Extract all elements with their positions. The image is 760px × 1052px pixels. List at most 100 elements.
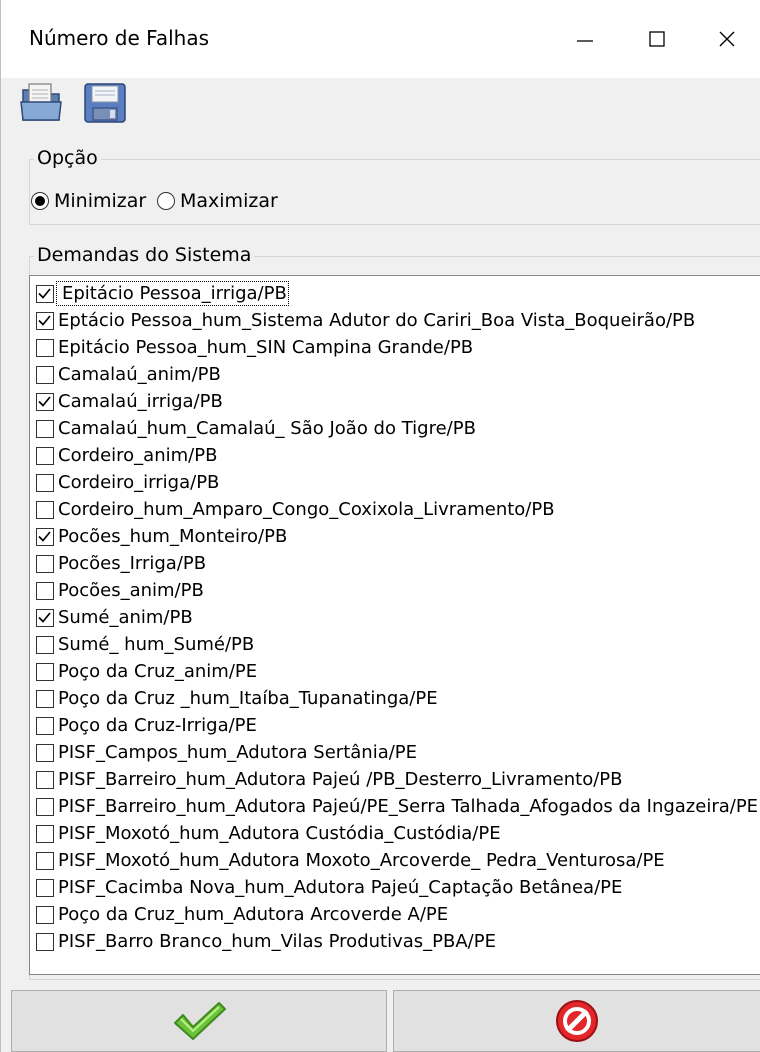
checkbox[interactable] <box>36 770 54 789</box>
maximize-icon <box>649 31 665 47</box>
checklist-item-label: Cordeiro_anim/PB <box>58 445 218 466</box>
checklist-item[interactable]: Camalaú_anim/PB <box>36 361 221 388</box>
maximize-button[interactable] <box>621 0 693 78</box>
checklist-item[interactable]: Pocões_Irriga/PB <box>36 550 206 577</box>
checklist-item[interactable]: Cordeiro_hum_Amparo_Congo_Coxixola_Livra… <box>36 496 555 523</box>
checkbox[interactable] <box>36 797 54 816</box>
checklist-item[interactable]: Pocões_hum_Monteiro/PB <box>36 523 287 550</box>
radio-minimizar[interactable]: Minimizar <box>31 190 146 212</box>
cancel-button[interactable] <box>393 990 760 1052</box>
checkbox[interactable] <box>36 662 54 681</box>
green-checkmark-icon <box>174 1002 226 1040</box>
checklist-item-label: Camalaú_anim/PB <box>58 364 221 385</box>
checklist-item[interactable]: PISF_Campos_hum_Adutora Sertânia/PE <box>36 739 417 766</box>
checklist-item-label: Poço da Cruz_anim/PE <box>58 661 258 682</box>
checklist-item-label: Sumé_ hum_Sumé/PB <box>58 634 255 655</box>
checkbox[interactable] <box>36 851 54 870</box>
checklist-item-label: Sumé_anim/PB <box>58 607 193 628</box>
checklist-item-label: Poço da Cruz-Irriga/PE <box>58 715 257 736</box>
minimize-icon <box>577 40 593 42</box>
checklist-item-label: PISF_Moxotó_hum_Adutora Custódia_Custódi… <box>58 823 501 844</box>
checklist-item-label: Pocões_anim/PB <box>58 580 204 601</box>
opcao-group-label: Opção <box>34 147 101 169</box>
open-file-icon <box>20 83 62 121</box>
checkbox[interactable] <box>36 689 54 708</box>
checkbox[interactable] <box>36 419 54 438</box>
checkbox[interactable] <box>36 311 54 330</box>
close-icon <box>719 31 735 47</box>
close-button[interactable] <box>693 0 760 78</box>
checklist-item[interactable]: PISF_Barro Branco_hum_Vilas Produtivas_P… <box>36 928 496 955</box>
checkbox[interactable] <box>36 743 54 762</box>
checklist-item[interactable]: Eptácio Pessoa_hum_Sistema Adutor do Car… <box>36 307 695 334</box>
checklist-item[interactable]: PISF_Moxotó_hum_Adutora Moxoto_Arcoverde… <box>36 847 665 874</box>
checklist-item-label: Cordeiro_irriga/PB <box>58 472 220 493</box>
checklist-item[interactable]: Camalaú_irriga/PB <box>36 388 223 415</box>
checkmark-icon <box>38 314 51 326</box>
checkbox[interactable] <box>36 932 54 951</box>
checklist-item[interactable]: Camalaú_hum_Camalaú_ São João do Tigre/P… <box>36 415 476 442</box>
checklist-item[interactable]: Poço da Cruz-Irriga/PE <box>36 712 257 739</box>
checklist-item-label: Camalaú_hum_Camalaú_ São João do Tigre/P… <box>58 418 476 439</box>
checkbox[interactable] <box>36 635 54 654</box>
checkmark-icon <box>38 530 51 542</box>
checklist-item[interactable]: PISF_Cacimba Nova_hum_Adutora Pajeú_Capt… <box>36 874 622 901</box>
window-title: Número de Falhas <box>29 26 209 50</box>
checklist-item[interactable]: Epitácio Pessoa_hum_SIN Campina Grande/P… <box>36 334 473 361</box>
open-file-button[interactable] <box>17 80 65 126</box>
checklist-item[interactable]: Epitácio Pessoa_irriga/PB <box>36 280 289 307</box>
checkbox[interactable] <box>36 608 54 627</box>
radio-maximizar-indicator <box>157 192 175 210</box>
checkbox[interactable] <box>36 824 54 843</box>
ok-button[interactable] <box>11 990 387 1052</box>
checkbox[interactable] <box>36 446 54 465</box>
checkbox[interactable] <box>36 473 54 492</box>
checklist-item[interactable]: PISF_Moxotó_hum_Adutora Custódia_Custódi… <box>36 820 501 847</box>
checklist-item[interactable]: Sumé_anim/PB <box>36 604 193 631</box>
minimize-button[interactable] <box>549 0 621 78</box>
checklist-item[interactable]: Poço da Cruz_anim/PE <box>36 658 257 685</box>
checkbox[interactable] <box>36 284 54 303</box>
checkmark-icon <box>38 611 51 623</box>
checklist-item[interactable]: PISF_Barreiro_hum_Adutora Pajeú/PE_Serra… <box>36 793 758 820</box>
radio-maximizar[interactable]: Maximizar <box>157 190 278 212</box>
checkbox[interactable] <box>36 365 54 384</box>
checkbox[interactable] <box>36 581 54 600</box>
radio-maximizar-label: Maximizar <box>180 190 278 212</box>
dialog-window: Número de Falhas Opção Minimizar Maximiz… <box>0 0 760 1052</box>
radio-minimizar-indicator <box>31 192 49 210</box>
checkbox[interactable] <box>36 500 54 519</box>
save-disk-icon <box>84 83 126 123</box>
checklist-item[interactable]: Poço da Cruz_hum_Adutora Arcoverde A/PE <box>36 901 448 928</box>
checklist-item-label: Epitácio Pessoa_irriga/PB <box>56 281 289 306</box>
checkbox[interactable] <box>36 716 54 735</box>
checklist-item[interactable]: Poço da Cruz _hum_Itaíba_Tupanatinga/PE <box>36 685 438 712</box>
checklist-item-label: Eptácio Pessoa_hum_Sistema Adutor do Car… <box>58 310 696 331</box>
checkbox[interactable] <box>36 338 54 357</box>
toolbar <box>1 78 760 136</box>
checkmark-icon <box>38 395 51 407</box>
checkbox[interactable] <box>36 392 54 411</box>
checklist-item-label: Pocões_hum_Monteiro/PB <box>58 526 288 547</box>
checklist-item-label: PISF_Barro Branco_hum_Vilas Produtivas_P… <box>58 931 496 952</box>
checklist-item[interactable]: Pocões_anim/PB <box>36 577 204 604</box>
checklist-item[interactable]: PISF_Barreiro_hum_Adutora Pajeú /PB_Dest… <box>36 766 622 793</box>
checklist-item[interactable]: Cordeiro_irriga/PB <box>36 469 219 496</box>
checklist-item-label: Camalaú_irriga/PB <box>58 391 223 412</box>
checklist-item[interactable]: Cordeiro_anim/PB <box>36 442 217 469</box>
checklist-item-label: PISF_Cacimba Nova_hum_Adutora Pajeú_Capt… <box>58 877 623 898</box>
checkbox[interactable] <box>36 905 54 924</box>
checkbox[interactable] <box>36 527 54 546</box>
checklist-item[interactable]: Sumé_ hum_Sumé/PB <box>36 631 254 658</box>
demandas-group-label: Demandas do Sistema <box>34 244 255 266</box>
checkbox[interactable] <box>36 554 54 573</box>
checklist-item-label: PISF_Barreiro_hum_Adutora Pajeú/PE_Serra… <box>58 796 759 817</box>
demandas-checklist[interactable]: Epitácio Pessoa_irriga/PB Eptácio Pessoa_… <box>29 275 760 975</box>
checklist-item-label: PISF_Moxotó_hum_Adutora Moxoto_Arcoverde… <box>58 850 665 871</box>
checkbox[interactable] <box>36 878 54 897</box>
checklist-item-label: PISF_Campos_hum_Adutora Sertânia/PE <box>58 742 418 763</box>
save-button[interactable] <box>81 80 129 126</box>
checkmark-icon <box>38 287 51 299</box>
radio-minimizar-label: Minimizar <box>54 190 147 212</box>
checklist-item-label: Poço da Cruz_hum_Adutora Arcoverde A/PE <box>58 904 449 925</box>
